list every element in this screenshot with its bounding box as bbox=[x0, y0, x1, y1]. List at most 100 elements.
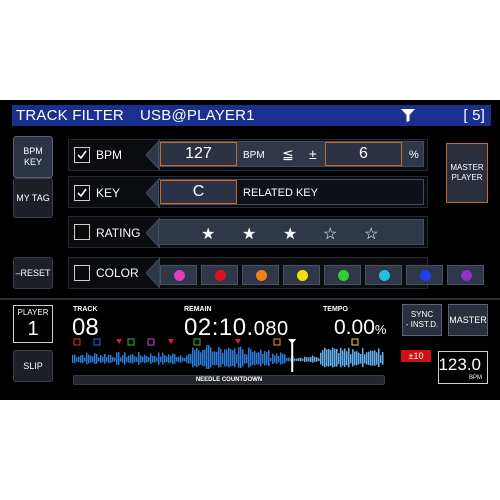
waveform-bar bbox=[350, 354, 352, 364]
waveform-bar bbox=[320, 352, 322, 365]
color-swatch-3[interactable] bbox=[242, 265, 279, 285]
bpm-value-field[interactable]: 127 bbox=[160, 142, 237, 166]
reset-button[interactable]: –RESET bbox=[13, 257, 53, 289]
waveform-bar bbox=[86, 352, 88, 365]
tempo-value: 0.00% bbox=[334, 316, 386, 340]
divider bbox=[0, 298, 500, 300]
player-indicator: PLAYER 1 bbox=[13, 305, 53, 343]
track-filter-screen: TRACK FILTER USB@PLAYER1 [ 5] BPM KEY MY… bbox=[0, 100, 500, 400]
waveform-bar bbox=[250, 349, 252, 367]
track-label: TRACK bbox=[73, 306, 98, 313]
rating-star-5[interactable]: ☆ bbox=[364, 224, 378, 244]
key-value-field[interactable]: C bbox=[160, 180, 237, 204]
waveform-bar bbox=[294, 358, 296, 361]
waveform-bar bbox=[342, 350, 344, 366]
waveform-bar bbox=[326, 349, 328, 367]
waveform-bar bbox=[172, 353, 174, 364]
waveform-bar bbox=[304, 356, 306, 363]
remain-time-ms: 080 bbox=[253, 318, 289, 340]
source-device: USB@PLAYER1 bbox=[140, 107, 255, 124]
master-button[interactable]: MASTER bbox=[448, 304, 488, 336]
tab-bpm-key-label: BPM KEY bbox=[23, 146, 43, 167]
tempo-unit: % bbox=[374, 322, 387, 337]
rating-star-3[interactable]: ★ bbox=[283, 224, 297, 244]
waveform-bar bbox=[112, 356, 114, 362]
waveform-bar bbox=[354, 351, 356, 366]
waveform-bar bbox=[352, 349, 354, 367]
waveform-bar bbox=[260, 349, 262, 367]
bpm-range-field[interactable]: 6 bbox=[325, 142, 402, 166]
waveform-bar bbox=[132, 353, 134, 364]
waveform-bar bbox=[328, 349, 330, 367]
color-swatch-1[interactable] bbox=[160, 265, 197, 285]
waveform-bar bbox=[270, 357, 272, 362]
master-player-button[interactable]: MASTER PLAYER bbox=[446, 143, 488, 203]
waveform-bar bbox=[224, 349, 226, 367]
color-dot bbox=[420, 270, 431, 281]
color-checkbox[interactable] bbox=[74, 265, 90, 281]
bpm-checkbox[interactable] bbox=[74, 147, 90, 163]
hot-cue-marker-c bbox=[127, 338, 135, 346]
waveform-bar bbox=[84, 357, 86, 362]
rating-star-1[interactable]: ★ bbox=[201, 224, 215, 244]
waveform-bar bbox=[248, 347, 250, 368]
playhead-marker bbox=[288, 339, 297, 344]
waveform-bar bbox=[226, 349, 228, 367]
waveform-bar bbox=[200, 352, 202, 365]
waveform-bar bbox=[166, 356, 168, 363]
waveform-bar bbox=[206, 345, 208, 369]
waveform-bar bbox=[92, 356, 94, 363]
bpm-display-unit: BPM bbox=[468, 375, 482, 381]
waveform-bar bbox=[242, 349, 244, 367]
color-swatch-5[interactable] bbox=[324, 265, 361, 285]
slip-button[interactable]: SLIP bbox=[13, 350, 53, 382]
sync-inst-doubles-button[interactable]: SYNC - INST.D. bbox=[402, 304, 442, 336]
related-key-option[interactable]: RELATED KEY bbox=[243, 187, 318, 199]
waveform-bar bbox=[118, 352, 120, 365]
waveform-bar bbox=[372, 350, 374, 366]
waveform-bar bbox=[262, 354, 264, 364]
color-swatch-4[interactable] bbox=[283, 265, 320, 285]
color-swatch-2[interactable] bbox=[201, 265, 238, 285]
waveform-bar bbox=[130, 354, 132, 364]
waveform-bar bbox=[296, 358, 298, 361]
rating-checkbox[interactable] bbox=[74, 224, 90, 240]
waveform-bar bbox=[340, 347, 342, 368]
rating-label: RATING bbox=[96, 226, 141, 240]
waveform-bar bbox=[156, 357, 158, 362]
color-swatch-7[interactable] bbox=[406, 265, 443, 285]
waveform-bar bbox=[110, 355, 112, 363]
waveform-bar bbox=[348, 347, 350, 368]
color-swatch-6[interactable] bbox=[365, 265, 402, 285]
waveform-bar bbox=[298, 358, 300, 362]
waveform-bar bbox=[308, 357, 310, 362]
rating-star-2[interactable]: ★ bbox=[242, 224, 256, 244]
waveform-bar bbox=[302, 358, 304, 361]
bpm-value: 123.0 bbox=[438, 355, 481, 374]
color-dot bbox=[174, 270, 185, 281]
waveform-bar bbox=[170, 355, 172, 363]
rating-star-4[interactable]: ☆ bbox=[323, 224, 337, 244]
waveform-bar bbox=[74, 354, 76, 364]
playhead[interactable] bbox=[291, 342, 294, 372]
waveform-bar bbox=[198, 350, 200, 366]
player-number: 1 bbox=[27, 318, 39, 340]
tab-my-tag[interactable]: MY TAG bbox=[13, 178, 53, 218]
waveform-bar bbox=[366, 352, 368, 365]
waveform-bar bbox=[360, 354, 362, 364]
bpm-label: BPM bbox=[96, 148, 123, 162]
hot-cue-marker-e bbox=[193, 338, 201, 346]
waveform-bar bbox=[240, 346, 242, 368]
waveform-bar bbox=[362, 348, 364, 368]
waveform-bar bbox=[122, 355, 124, 363]
remain-label: REMAIN bbox=[184, 306, 212, 313]
waveform-bar bbox=[230, 349, 232, 367]
needle-countdown-bar[interactable]: NEEDLE COUNTDOWN bbox=[73, 375, 385, 385]
tab-bpm-key[interactable]: BPM KEY bbox=[13, 136, 53, 178]
waveform-bar bbox=[256, 352, 258, 365]
waveform-bar bbox=[218, 347, 220, 368]
color-swatch-8[interactable] bbox=[447, 265, 484, 285]
waveform-bar bbox=[150, 353, 152, 364]
key-checkbox[interactable] bbox=[74, 185, 90, 201]
waveform-overview[interactable] bbox=[70, 338, 386, 372]
